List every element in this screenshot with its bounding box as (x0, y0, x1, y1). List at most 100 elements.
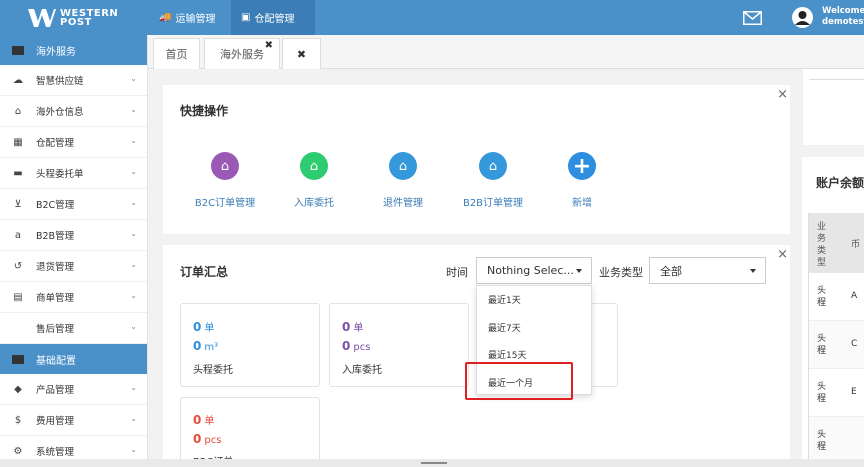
qa-label: 退件管理 (383, 198, 423, 209)
row-type: 头程 (817, 334, 827, 356)
sidebar-item-orders[interactable]: ▤ 商单管理 ⌄ (0, 282, 147, 313)
topnav-transport-label: 运输管理 (175, 14, 216, 25)
sidebar-group-label: 基础配置 (36, 355, 76, 367)
sidebar-item-label: 费用管理 (36, 416, 75, 427)
stat-card-inbound[interactable]: 0单 0 pcs 入库委托 (329, 303, 469, 387)
logo-mark-icon (28, 9, 56, 27)
avatar[interactable] (792, 7, 813, 28)
tab-home-label: 首页 (165, 48, 188, 61)
document-icon: ▤ (13, 291, 23, 303)
time-select-value: Nothing Selec... (487, 264, 574, 277)
qa-add[interactable]: + 新增 (532, 152, 632, 209)
table-header: 业务类型 币 (809, 213, 864, 273)
logo[interactable]: WESTERN POST (28, 7, 133, 29)
row-value: C (851, 339, 858, 349)
biz-type-select[interactable]: 全部 (649, 257, 766, 284)
amazon-icon: a (14, 229, 22, 241)
sidebar-item-overseas-warehouse[interactable]: ⌂ 海外仓信息 ⌄ (0, 96, 147, 127)
welcome-text: Welcome, (822, 6, 864, 16)
stat-unit: m³ (204, 342, 219, 353)
username: demotest (822, 17, 864, 27)
sidebar-item-label: 仓配管理 (36, 138, 75, 149)
sidebar-group-label: 海外服务 (36, 46, 76, 58)
row-value: A (851, 291, 858, 301)
quick-actions-title: 快捷操作 (180, 104, 229, 118)
col-header-currency: 币 (851, 240, 861, 250)
table-row: 头程 E (809, 369, 864, 417)
tab-close-icon[interactable]: ✖ (265, 40, 273, 51)
sidebar-group-basic-config[interactable]: 基础配置 (0, 344, 147, 374)
biz-type-select-value: 全部 (660, 264, 682, 278)
close-all-tabs-icon[interactable]: ✖ (282, 38, 321, 69)
stat-unit: pcs (353, 342, 371, 353)
stat-count: 0 (193, 413, 202, 427)
stat-unit: 单 (204, 323, 215, 334)
balance-title: 账户余额 (816, 176, 864, 190)
qa-inbound[interactable]: ⌂ 入库委托 (264, 152, 364, 209)
grid-icon: ▦ (13, 136, 23, 148)
sidebar-item-label: 售后管理 (36, 324, 75, 335)
card-close-icon[interactable]: × (777, 87, 788, 102)
sidebar: 海外服务 ☁ 智慧供应链 ⌄ ⌂ 海外仓信息 ⌄ ▦ 仓配管理 ⌄ ▬ 头程委托单 ⌄ ⊻ B2C… (0, 35, 148, 459)
top-bar: WESTERN POST 🚚 运输管理 ▣ 仓配管理 Welcome, demo… (0, 0, 864, 35)
sidebar-item-first-leg[interactable]: ▬ 头程委托单 ⌄ (0, 158, 147, 189)
stat-label: 入库委托 (342, 365, 382, 376)
order-summary-title: 订单汇总 (180, 265, 229, 279)
sidebar-item-after-sales[interactable]: 售后管理 ⌄ (0, 313, 147, 344)
qa-returns[interactable]: ⌂ 退件管理 (353, 152, 453, 209)
folder-icon (12, 45, 24, 55)
sidebar-item-warehouse-mgmt[interactable]: ▦ 仓配管理 ⌄ (0, 127, 147, 158)
topnav-transport[interactable]: 🚚 运输管理 (149, 0, 230, 35)
tab-overseas-label: 海外服务 (220, 48, 264, 61)
chevron-down-icon: ⌄ (130, 105, 137, 114)
stat-card-b2c[interactable]: 0单 0pcs B2C订单 (180, 397, 320, 467)
chevron-down-icon: ⌄ (130, 322, 137, 331)
sidebar-item-supply-chain[interactable]: ☁ 智慧供应链 ⌄ (0, 65, 147, 96)
table-row: 头程 A (809, 273, 864, 321)
stat-count: 0 (342, 320, 351, 334)
tab-home[interactable]: 首页 (153, 38, 200, 69)
qa-b2b-orders[interactable]: ⌂ B2B订单管理 (443, 152, 543, 209)
home-icon: ⌂ (389, 152, 417, 180)
option-last-7-days[interactable]: 最近7天 (477, 314, 591, 342)
sidebar-item-products[interactable]: ◆ 产品管理 ⌄ (0, 374, 147, 405)
cloud-icon: ☁ (13, 74, 23, 86)
qa-b2c-orders[interactable]: ⌂ B2C订单管理 (175, 152, 275, 209)
chevron-down-icon: ⌄ (130, 291, 137, 300)
right-top-card (802, 69, 864, 145)
resize-handle[interactable] (421, 462, 447, 464)
option-last-1-day[interactable]: 最近1天 (477, 286, 591, 314)
stat-unit: 单 (204, 416, 215, 427)
row-type: 头程 (817, 286, 827, 308)
sidebar-item-label: 系统管理 (36, 447, 75, 458)
sidebar-item-label: 智慧供应链 (36, 76, 84, 87)
mail-icon[interactable] (743, 11, 762, 25)
sidebar-item-b2c[interactable]: ⊻ B2C管理 ⌄ (0, 189, 147, 220)
chevron-down-icon: ⌄ (130, 260, 137, 269)
chevron-down-icon: ⌄ (130, 136, 137, 145)
home-icon: ⌂ (479, 152, 507, 180)
tab-overseas[interactable]: 海外服务 ✖ (204, 38, 280, 69)
balance-table: 业务类型 币 头程 A 头程 C 头程 E 头程 (808, 213, 864, 459)
stat-card-first-leg[interactable]: 0单 0 m³ 头程委托 (180, 303, 320, 387)
sidebar-group-overseas[interactable]: 海外服务 (0, 35, 147, 65)
stat-unit: pcs (204, 435, 222, 446)
stat-count: 0 (193, 320, 202, 334)
chevron-down-icon: ⌄ (130, 383, 137, 392)
sidebar-item-fees[interactable]: $ 费用管理 ⌄ (0, 405, 147, 436)
bottom-scroll-bar (0, 459, 864, 467)
time-select[interactable]: Nothing Selec... (476, 257, 592, 284)
qa-label: B2C订单管理 (194, 198, 256, 209)
plus-icon: + (568, 152, 596, 180)
topnav-warehouse[interactable]: ▣ 仓配管理 (231, 0, 315, 35)
home-icon: ⌂ (211, 152, 239, 180)
balance-card: 账户余额 业务类型 币 头程 A 头程 C 头程 E 头程 (802, 157, 864, 459)
sidebar-item-label: 头程委托单 (36, 169, 84, 180)
card-close-icon[interactable]: × (777, 247, 788, 262)
sidebar-item-label: 海外仓信息 (36, 107, 84, 118)
sidebar-item-returns[interactable]: ↺ 退货管理 ⌄ (0, 251, 147, 282)
user-info[interactable]: Welcome, demotest (822, 6, 864, 28)
home-icon: ⌂ (14, 105, 22, 117)
sidebar-item-b2b[interactable]: a B2B管理 ⌄ (0, 220, 147, 251)
sidebar-item-system[interactable]: ⚙ 系统管理 ⌄ (0, 436, 147, 459)
